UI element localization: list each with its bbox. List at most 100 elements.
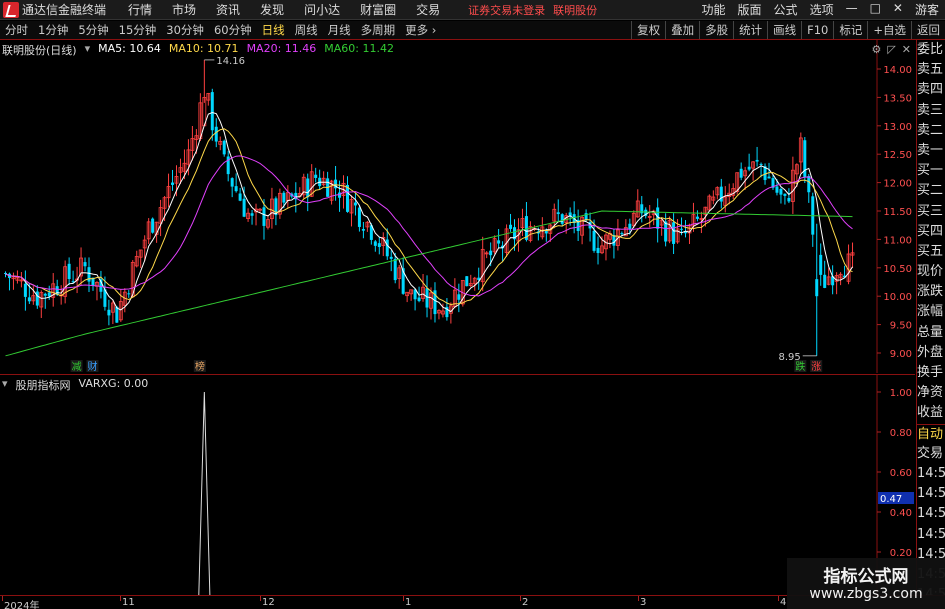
watermark: 指标公式网 www.zbgs3.com bbox=[787, 558, 945, 609]
close-icon[interactable]: ✕ bbox=[893, 1, 903, 18]
tool-button[interactable]: 标记 bbox=[833, 21, 867, 39]
menu-item-formula[interactable]: 公式 bbox=[774, 1, 798, 18]
kline-chart-panel[interactable]: 14.00 13.50 13.00 12.50 12.00 11.50 11.00 10.50… bbox=[0, 40, 915, 373]
y-tick-label: 1.00 bbox=[890, 388, 912, 399]
candle bbox=[747, 153, 751, 172]
menu-item-wealth[interactable]: 财富圈 bbox=[360, 1, 396, 18]
login-warning[interactable]: 证券交易未登录 bbox=[468, 2, 545, 18]
settings-icon[interactable]: ⚙ bbox=[871, 43, 881, 56]
candle bbox=[274, 196, 278, 226]
indicator-panel[interactable]: 1.00 0.80 0.60 0.47 0.40 0.20 ▾ 股朋指标网 VARXG: … bbox=[0, 374, 915, 609]
candle bbox=[711, 190, 716, 205]
menu-item-function[interactable]: 功能 bbox=[702, 1, 726, 18]
candle-body bbox=[210, 92, 214, 131]
date-axis-label: 4 bbox=[780, 597, 787, 608]
period-tab[interactable]: 15分钟 bbox=[114, 22, 162, 38]
menu-item-markets[interactable]: 市场 bbox=[172, 1, 196, 18]
app-window: 通达信金融终端 行情 市场 资讯 发现 问小达 财富圈 交易 证券交易未登录 联… bbox=[0, 0, 945, 609]
candle-body bbox=[596, 247, 600, 254]
candle-body bbox=[759, 163, 763, 165]
candle-body bbox=[560, 214, 564, 224]
candle bbox=[266, 215, 270, 230]
dropdown-icon[interactable]: ▾ bbox=[85, 42, 91, 58]
quote-field-label[interactable]: 交易 bbox=[917, 444, 945, 464]
period-tab[interactable]: 30分钟 bbox=[161, 22, 209, 38]
app-logo-icon bbox=[3, 1, 19, 18]
date-axis-label: 1 bbox=[405, 597, 412, 608]
user-label[interactable]: 游客 bbox=[915, 1, 939, 18]
candle-body bbox=[783, 193, 787, 196]
candle bbox=[134, 250, 139, 268]
period-tab[interactable]: 月线 bbox=[323, 22, 356, 38]
kline-chart[interactable]: 14.00 13.50 13.00 12.50 12.00 11.50 11.00 10.50… bbox=[0, 40, 915, 373]
period-tab[interactable]: 1分钟 bbox=[33, 22, 73, 38]
period-tab[interactable]: 60分钟 bbox=[209, 22, 257, 38]
tool-button[interactable]: 统计 bbox=[733, 21, 767, 39]
tool-button[interactable]: +自选 bbox=[867, 21, 911, 39]
y-tick-label: 11.00 bbox=[883, 235, 912, 246]
candle-body bbox=[747, 166, 751, 170]
menu-item-news[interactable]: 资讯 bbox=[216, 1, 240, 18]
candle-body bbox=[250, 213, 254, 216]
candle bbox=[644, 207, 648, 219]
candle bbox=[448, 302, 453, 324]
candle bbox=[647, 205, 652, 228]
tool-button[interactable]: F10 bbox=[801, 21, 833, 39]
period-tab[interactable]: 周线 bbox=[290, 22, 323, 38]
tool-button[interactable]: 画线 bbox=[767, 21, 801, 39]
tool-button[interactable]: 多股 bbox=[699, 21, 733, 39]
period-tab[interactable]: 多周期 bbox=[356, 22, 401, 38]
y-tick-label: 11.50 bbox=[883, 207, 912, 218]
minimize-icon[interactable]: — bbox=[846, 1, 858, 18]
candle-body bbox=[345, 184, 349, 212]
menu-item-layout[interactable]: 版面 bbox=[738, 1, 762, 18]
tool-button[interactable]: 复权 bbox=[631, 21, 665, 39]
candle bbox=[301, 173, 306, 199]
quote-field-label: 买四 bbox=[917, 223, 944, 239]
tool-button[interactable]: 叠加 bbox=[665, 21, 699, 39]
tool-button[interactable]: 返回 bbox=[911, 21, 945, 39]
indicator-chart[interactable]: 1.000.800.600.470.400.20 bbox=[0, 375, 915, 609]
candle bbox=[433, 282, 437, 323]
candle-body bbox=[815, 279, 819, 297]
close-chart-icon[interactable]: ✕ bbox=[902, 43, 911, 56]
candle-body bbox=[739, 168, 743, 178]
candle bbox=[492, 235, 497, 255]
indicator-title: 股朋指标网 bbox=[15, 379, 71, 392]
candle bbox=[850, 242, 855, 269]
candle bbox=[353, 192, 357, 216]
candle bbox=[67, 257, 71, 286]
y-tick-label: 14.00 bbox=[883, 65, 912, 76]
maximize-icon[interactable]: □ bbox=[870, 1, 881, 18]
menu-item-discover[interactable]: 发现 bbox=[260, 1, 284, 18]
menu-item-options[interactable]: 选项 bbox=[810, 1, 834, 18]
quote-field-label[interactable]: 自动 bbox=[917, 423, 945, 444]
candle-body bbox=[465, 276, 469, 287]
candle bbox=[19, 271, 24, 288]
menu-item-trade[interactable]: 交易 bbox=[416, 1, 440, 18]
candle bbox=[413, 289, 417, 311]
candle bbox=[318, 169, 322, 190]
period-tab-daily[interactable]: 日线 bbox=[257, 22, 290, 38]
menu-item-market[interactable]: 行情 bbox=[128, 1, 152, 18]
candle bbox=[171, 169, 175, 191]
collapse-icon[interactable]: ◸ bbox=[887, 43, 895, 56]
candle bbox=[158, 199, 163, 237]
candle bbox=[616, 219, 620, 251]
period-tab[interactable]: 5分钟 bbox=[73, 22, 113, 38]
dropdown-icon[interactable]: ▾ bbox=[2, 377, 8, 393]
period-tab-more[interactable]: 更多 › bbox=[400, 22, 441, 38]
candle bbox=[497, 229, 501, 249]
period-tab[interactable]: 分时 bbox=[0, 22, 33, 38]
candle bbox=[846, 244, 851, 285]
candle bbox=[509, 213, 513, 232]
marker-text: 减 bbox=[72, 361, 82, 373]
candle bbox=[202, 59, 207, 127]
candle bbox=[687, 223, 692, 245]
candle bbox=[472, 276, 477, 291]
candle bbox=[811, 192, 815, 247]
date-axis-tick bbox=[520, 596, 521, 601]
menu-item-ask[interactable]: 问小达 bbox=[304, 1, 340, 18]
date-axis-label: 11 bbox=[122, 597, 135, 608]
candle-body bbox=[628, 223, 632, 229]
